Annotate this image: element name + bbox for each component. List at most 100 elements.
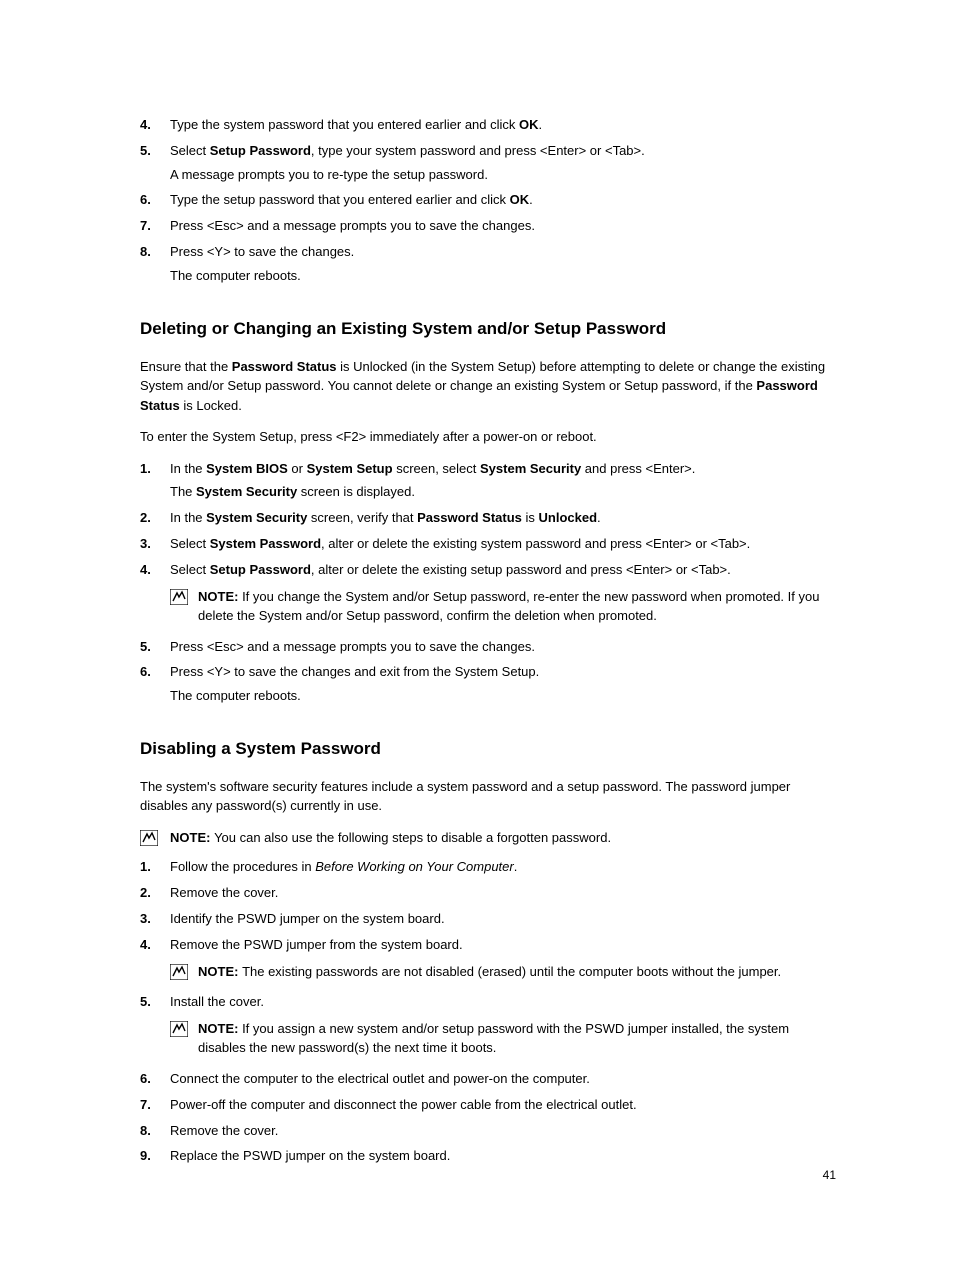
step-body: Remove the PSWD jumper from the system b… [170,935,839,987]
step-text: Install the cover. [170,992,839,1013]
step-item: 9.Replace the PSWD jumper on the system … [140,1146,839,1167]
text-run: Press <Esc> and a message prompts you to… [170,639,535,654]
text-run: Remove the cover. [170,1123,278,1138]
text-run: Setup Password [210,562,311,577]
note-icon [170,589,188,605]
text-run: NOTE: [198,589,242,604]
step-body: Identify the PSWD jumper on the system b… [170,909,839,930]
step-number: 6. [140,662,170,683]
step-item: 2.Remove the cover. [140,883,839,904]
text-run: Power-off the computer and disconnect th… [170,1097,637,1112]
step-number: 4. [140,115,170,136]
text-run: Connect the computer to the electrical o… [170,1071,590,1086]
text-run: Install the cover. [170,994,264,1009]
step-body: Connect the computer to the electrical o… [170,1069,839,1090]
step-item: 6.Type the setup password that you enter… [140,190,839,211]
step-body: Type the setup password that you entered… [170,190,839,211]
text-run: Identify the PSWD jumper on the system b… [170,911,445,926]
step-body: In the System Security screen, verify th… [170,508,839,529]
step-number: 3. [140,534,170,555]
step-text: Press <Y> to save the changes. [170,242,839,263]
text-run: . [514,859,518,874]
step-item: 8.Press <Y> to save the changes.The comp… [140,242,839,287]
section2-steps: 1.In the System BIOS or System Setup scr… [140,459,839,707]
text-run: screen, select [393,461,480,476]
text-run: System Setup [307,461,393,476]
step-note: NOTE: If you change the System and/or Se… [170,587,839,626]
step-item: 1.In the System BIOS or System Setup scr… [140,459,839,504]
text-run: Password Status [232,359,337,374]
step-subtext: A message prompts you to re-type the set… [170,165,839,186]
note-text: NOTE: You can also use the following ste… [170,828,839,848]
page-number: 41 [823,1168,836,1182]
step-note: NOTE: If you assign a new system and/or … [170,1019,839,1058]
step-item: 1.Follow the procedures in Before Workin… [140,857,839,878]
step-item: 5.Install the cover.NOTE: If you assign … [140,992,839,1064]
step-body: Press <Esc> and a message prompts you to… [170,637,839,658]
step-item: 6.Press <Y> to save the changes and exit… [140,662,839,707]
text-run: System BIOS [206,461,288,476]
step-text: Press <Esc> and a message prompts you to… [170,216,839,237]
text-run: Press <Y> to save the changes. [170,244,354,259]
step-body: Remove the cover. [170,883,839,904]
step-item: 4.Type the system password that you ente… [140,115,839,136]
text-run: In the [170,510,206,525]
section2-intro1: Ensure that the Password Status is Unloc… [140,357,839,416]
step-number: 6. [140,190,170,211]
page-content: 4.Type the system password that you ente… [0,0,954,1232]
heading-disabling: Disabling a System Password [140,739,839,759]
text-run: NOTE: [198,1021,242,1036]
step-text: Power-off the computer and disconnect th… [170,1095,839,1116]
step-item: 8.Remove the cover. [140,1121,839,1142]
step-body: Type the system password that you entere… [170,115,839,136]
text-run: Press <Y> to save the changes and exit f… [170,664,539,679]
step-text: Type the system password that you entere… [170,115,839,136]
text-run: NOTE: [198,964,242,979]
step-item: 4.Select Setup Password, alter or delete… [140,560,839,632]
text-run: The existing passwords are not disabled … [242,964,781,979]
step-number: 8. [140,1121,170,1142]
step-text: Select Setup Password, type your system … [170,141,839,162]
text-run: OK [510,192,530,207]
note-text: NOTE: If you change the System and/or Se… [198,587,839,626]
text-run: System Password [210,536,321,551]
step-item: 4.Remove the PSWD jumper from the system… [140,935,839,987]
step-body: Power-off the computer and disconnect th… [170,1095,839,1116]
text-run: Type the setup password that you entered… [170,192,510,207]
step-body: Select Setup Password, alter or delete t… [170,560,839,632]
step-item: 7.Power-off the computer and disconnect … [140,1095,839,1116]
step-subtext: The computer reboots. [170,686,839,707]
step-body: Press <Y> to save the changes and exit f… [170,662,839,707]
step-body: Select Setup Password, type your system … [170,141,839,186]
text-run: is Locked. [180,398,242,413]
text-run: Follow the procedures in [170,859,315,874]
step-body: Press <Y> to save the changes.The comput… [170,242,839,287]
text-run: System Security [480,461,581,476]
step-text: In the System Security screen, verify th… [170,508,839,529]
step-number: 9. [140,1146,170,1167]
note-icon [140,830,158,846]
step-item: 5.Press <Esc> and a message prompts you … [140,637,839,658]
text-run: Remove the cover. [170,885,278,900]
text-run: is [522,510,539,525]
step-number: 7. [140,216,170,237]
step-number: 4. [140,560,170,581]
section3-intro: The system's software security features … [140,777,839,816]
step-text: Type the setup password that you entered… [170,190,839,211]
step-number: 1. [140,459,170,480]
text-run: Unlocked [539,510,598,525]
step-number: 6. [140,1069,170,1090]
heading-deleting-changing: Deleting or Changing an Existing System … [140,319,839,339]
step-text: Remove the PSWD jumper from the system b… [170,935,839,956]
note-icon [170,1021,188,1037]
text-run: System Security [196,484,297,499]
text-run: Replace the PSWD jumper on the system bo… [170,1148,450,1163]
text-run: screen is displayed. [297,484,415,499]
step-number: 2. [140,883,170,904]
step-number: 5. [140,141,170,162]
step-body: Select System Password, alter or delete … [170,534,839,555]
step-item: 6.Connect the computer to the electrical… [140,1069,839,1090]
section1-steps: 4.Type the system password that you ente… [140,115,839,287]
section2-intro2: To enter the System Setup, press <F2> im… [140,427,839,447]
text-run: screen, verify that [307,510,417,525]
